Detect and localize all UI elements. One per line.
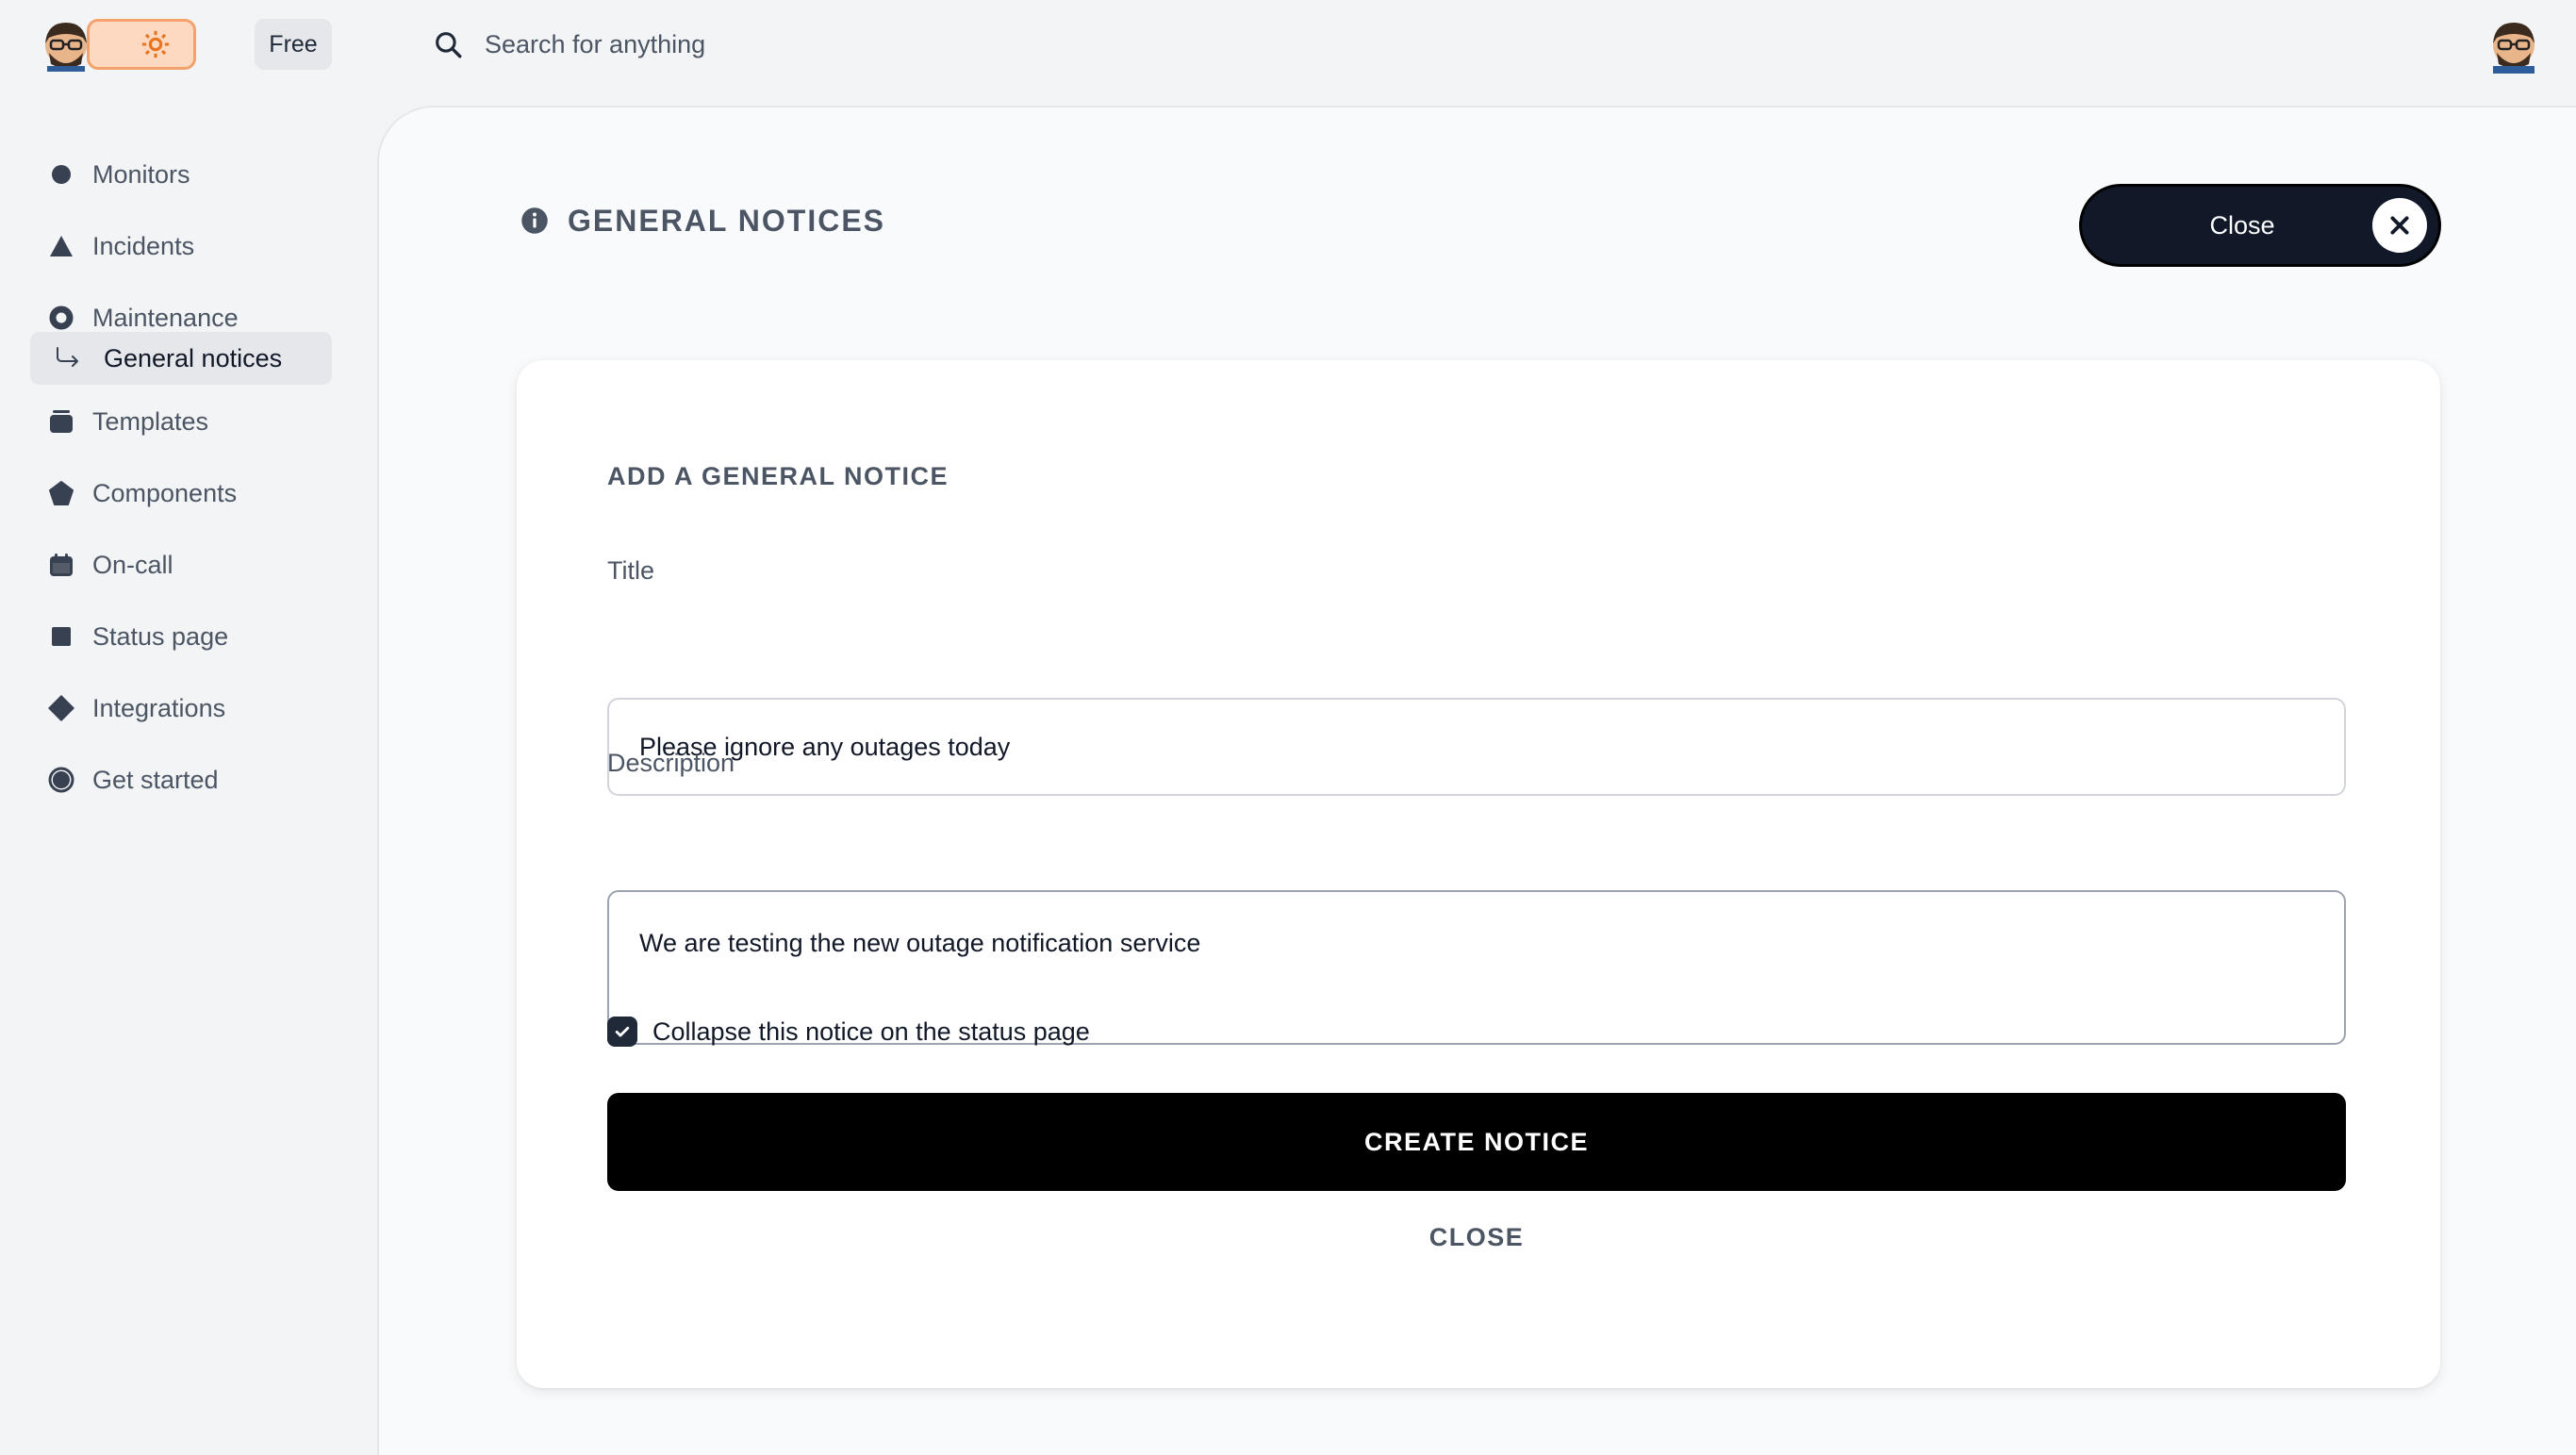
sidebar-item-monitors[interactable]: Monitors (30, 148, 332, 201)
triangle-icon (30, 220, 92, 273)
sidebar-item-label: General notices (104, 343, 283, 372)
sidebar-item-on-call[interactable]: On-call (30, 538, 332, 591)
page-title: GENERAL NOTICES (568, 203, 885, 238)
sidebar-item-get-started[interactable]: Get started (30, 753, 332, 806)
gear-logo-badge (87, 19, 196, 70)
sidebar-item-status-page[interactable]: Status page (30, 610, 332, 663)
sidebar-item-incidents[interactable]: Incidents (30, 220, 332, 273)
pentagon-icon (30, 467, 92, 520)
sidebar-item-label: Templates (92, 406, 209, 436)
main-panel: GENERAL NOTICES Close ADD A GENERAL NOTI… (377, 106, 2576, 1455)
diamond-icon (30, 682, 92, 735)
description-label: Description (607, 749, 735, 777)
sidebar-item-general-notices[interactable]: General notices (30, 332, 332, 385)
sidebar-item-templates[interactable]: Templates (30, 395, 332, 448)
sidebar-item-label: Incidents (92, 231, 195, 260)
sidebar-item-integrations[interactable]: Integrations (30, 682, 332, 735)
sidebar-item-label: Maintenance (92, 303, 239, 332)
sidebar-item-label: Integrations (92, 693, 226, 722)
plan-badge[interactable]: Free (255, 19, 332, 70)
sidebar-item-label: Components (92, 478, 238, 507)
collapse-label: Collapse this notice on the status page (652, 1017, 1090, 1046)
sidebar-item-components[interactable]: Components (30, 467, 332, 520)
circle-icon (30, 148, 92, 201)
search-bar[interactable] (432, 19, 1280, 70)
collapse-checkbox[interactable] (607, 1017, 637, 1047)
top-bar: Free (0, 0, 2576, 106)
close-button[interactable]: Close (2079, 184, 2441, 267)
check-icon (615, 1026, 630, 1037)
sidebar-item-label: Monitors (92, 159, 190, 189)
sidebar-item-label: Status page (92, 621, 229, 651)
sidebar-item-label: Get started (92, 765, 219, 794)
form-heading: ADD A GENERAL NOTICE (607, 462, 949, 490)
create-notice-button[interactable]: CREATE NOTICE (607, 1093, 2346, 1191)
sidebar-item-label: On-call (92, 550, 173, 579)
gear-icon (141, 30, 170, 58)
sidebar: Monitors Incidents Maintenance General n… (0, 106, 377, 1455)
search-icon (436, 32, 462, 58)
title-label: Title (607, 556, 655, 585)
title-input[interactable] (607, 698, 2346, 796)
close-form-button[interactable]: CLOSE (607, 1209, 2346, 1265)
collapse-option: Collapse this notice on the status page (607, 1013, 1090, 1050)
search-input[interactable] (485, 29, 1239, 59)
notice-form-card: ADD A GENERAL NOTICE Title Description W… (517, 360, 2440, 1388)
card-stack-icon (30, 395, 92, 448)
avatar-face-icon (45, 23, 87, 72)
user-avatar[interactable] (2485, 17, 2542, 74)
info-icon (521, 207, 548, 234)
page-header: GENERAL NOTICES (520, 202, 885, 240)
square-icon (30, 610, 92, 663)
sub-arrow-icon (30, 332, 104, 385)
close-icon (2372, 198, 2427, 253)
calendar-icon (30, 538, 92, 591)
half-circle-icon (30, 753, 92, 806)
close-button-label: Close (2209, 210, 2275, 240)
app-logo[interactable] (38, 15, 196, 72)
